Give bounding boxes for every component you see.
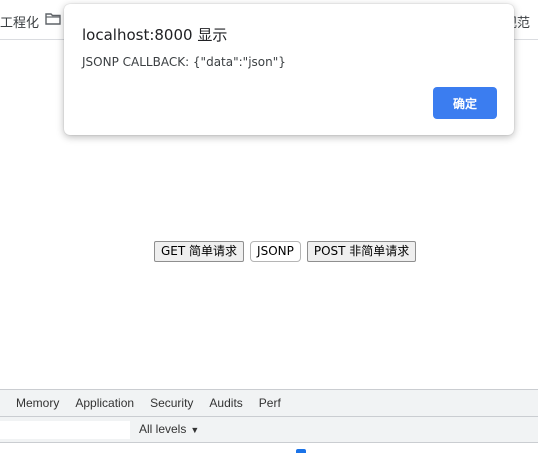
log-levels-label: All levels: [139, 422, 187, 436]
devtools-tab-bar: Memory Application Security Audits Perf: [0, 389, 538, 417]
dialog-ok-button[interactable]: 确定: [433, 87, 497, 119]
log-levels-dropdown[interactable]: All levels ▼: [139, 422, 199, 436]
bookmark-item-left[interactable]: 工程化: [0, 12, 39, 31]
console-filter-input[interactable]: [0, 421, 130, 439]
get-simple-request-button[interactable]: GET 简单请求: [154, 241, 245, 262]
tab-application[interactable]: Application: [67, 390, 142, 416]
console-toolbar: All levels ▼: [0, 417, 538, 443]
console-settings-row: [0, 443, 538, 453]
tab-audits[interactable]: Audits: [201, 390, 250, 416]
chevron-down-icon: ▼: [190, 425, 200, 435]
folder-icon[interactable]: [45, 13, 61, 25]
tab-memory[interactable]: Memory: [8, 390, 67, 416]
dialog-message: JSONP CALLBACK: {"data":"json"}: [82, 55, 286, 69]
tab-perf[interactable]: Perf: [251, 390, 289, 416]
jsonp-button[interactable]: JSONP: [250, 241, 301, 262]
browser-viewport: 工程化 规范 GET 简单请求 JSONP POST 非简单请求 localho…: [0, 0, 538, 453]
checkbox-checked[interactable]: [296, 449, 306, 453]
post-non-simple-request-button[interactable]: POST 非简单请求: [306, 241, 417, 262]
tab-security[interactable]: Security: [142, 390, 201, 416]
dialog-title: localhost:8000 显示: [82, 26, 228, 44]
page-button-row: GET 简单请求 JSONP POST 非简单请求: [154, 241, 417, 262]
alert-dialog: localhost:8000 显示 JSONP CALLBACK: {"data…: [64, 4, 514, 135]
